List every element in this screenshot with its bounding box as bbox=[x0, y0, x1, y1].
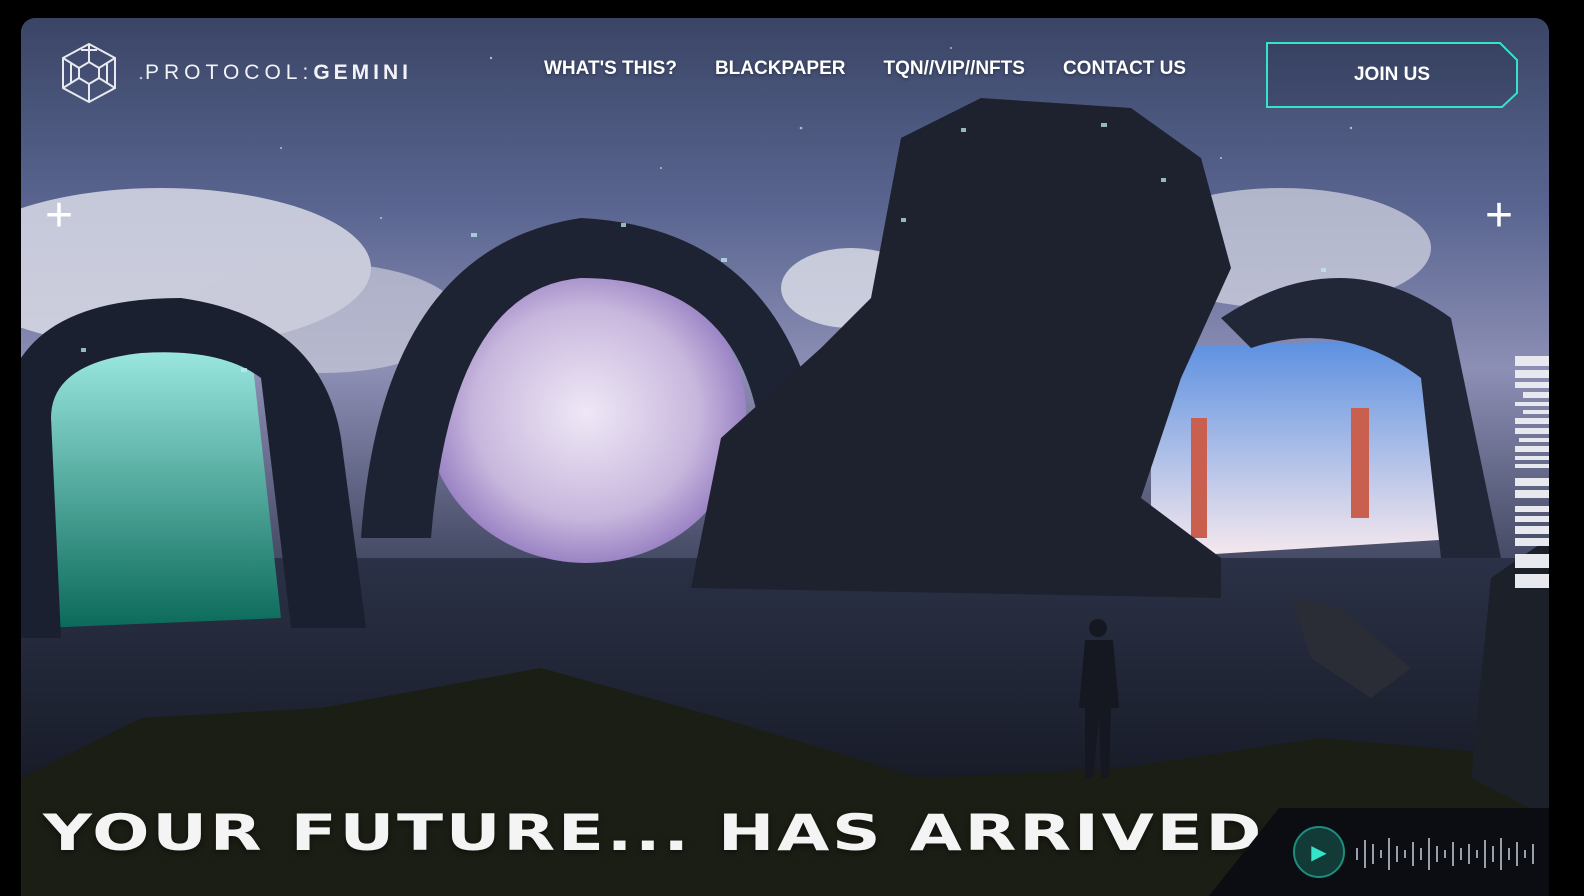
waveform-icon bbox=[1356, 838, 1534, 870]
play-button[interactable]: ▶ bbox=[1293, 826, 1345, 878]
join-us-button[interactable]: JOIN US bbox=[1266, 42, 1518, 108]
main-nav: WHAT'S THIS? BLACKPAPER TQN//VIP//NFTS C… bbox=[544, 58, 1186, 80]
hero-title: YOUR FUTURE... HAS ARRIVED bbox=[43, 804, 1265, 862]
nav-item-tqn-vip-nfts[interactable]: TQN//VIP//NFTS bbox=[883, 58, 1024, 80]
hero-background-image bbox=[21, 47, 1549, 896]
brand-name-light: PROTOCOL: bbox=[145, 61, 314, 84]
plus-icon: + bbox=[45, 189, 74, 242]
nav-item-whats-this[interactable]: WHAT'S THIS? bbox=[544, 58, 677, 80]
side-scroll-indicator[interactable] bbox=[1515, 356, 1549, 592]
play-icon: ▶ bbox=[1311, 841, 1327, 864]
logo-cube-icon bbox=[62, 42, 116, 104]
hero-frame: PROTOCOL:GEMINI WHAT'S THIS? BLACKPAPER … bbox=[21, 18, 1549, 896]
plus-icon: + bbox=[1485, 189, 1514, 242]
brand-name-bold: GEMINI bbox=[313, 61, 412, 84]
audio-player: ▶ bbox=[1209, 808, 1549, 896]
nav-item-contact-us[interactable]: CONTACT US bbox=[1063, 58, 1186, 80]
join-us-label: JOIN US bbox=[1353, 64, 1431, 85]
brand-wordmark: PROTOCOL:GEMINI bbox=[145, 61, 412, 85]
brand-logo[interactable]: PROTOCOL:GEMINI bbox=[61, 42, 412, 104]
nav-item-blackpaper[interactable]: BLACKPAPER bbox=[715, 58, 846, 80]
